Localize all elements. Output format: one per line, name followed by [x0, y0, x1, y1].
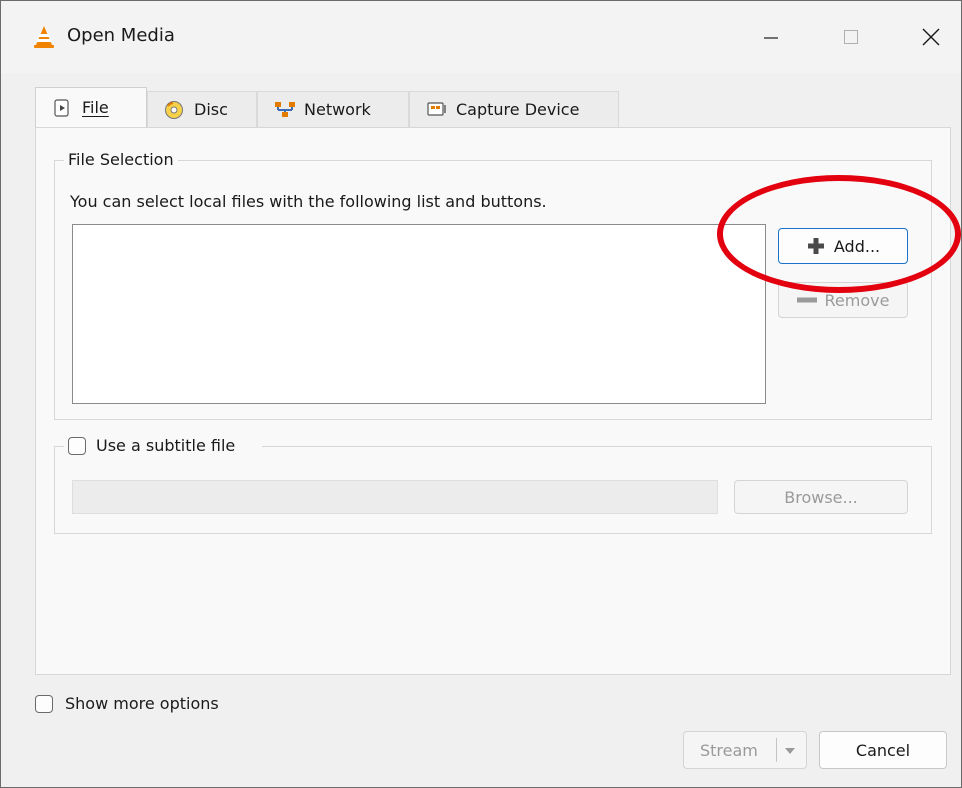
add-button[interactable]: Add... — [778, 228, 908, 264]
file-selection-title: File Selection — [64, 150, 178, 169]
chevron-down-icon[interactable] — [784, 746, 796, 756]
minus-icon — [796, 297, 817, 303]
window-title: Open Media — [67, 25, 175, 46]
tab-disc[interactable]: Disc — [147, 91, 257, 127]
stream-button-label: Stream — [700, 740, 758, 760]
plus-icon — [807, 238, 824, 254]
tab-capture-device[interactable]: Capture Device — [409, 91, 619, 127]
title-bar[interactable]: Open Media — [1, 1, 961, 73]
tab-file[interactable]: File — [35, 87, 147, 127]
split-divider — [776, 738, 777, 762]
remove-button-label: Remove — [824, 290, 890, 310]
subtitle-checkbox-label: Use a subtitle file — [96, 436, 236, 455]
minimize-icon — [764, 37, 778, 39]
subtitle-path-field[interactable] — [72, 480, 718, 514]
vlc-cone-icon — [33, 25, 55, 49]
tab-network-label: Network — [304, 100, 371, 119]
file-list[interactable] — [72, 224, 766, 404]
browse-button-label: Browse... — [784, 487, 858, 507]
stream-button[interactable]: Stream — [683, 731, 807, 769]
disc-icon — [164, 100, 186, 120]
minimize-button[interactable] — [731, 1, 811, 73]
file-selection-hint: You can select local files with the foll… — [70, 192, 547, 211]
tab-disc-label: Disc — [194, 100, 228, 119]
add-button-label: Add... — [833, 236, 881, 256]
file-tab-panel: File Selection You can select local file… — [35, 127, 951, 675]
browse-button[interactable]: Browse... — [734, 480, 908, 514]
subtitle-title-wrap: Use a subtitle file — [64, 434, 262, 458]
maximize-icon — [844, 30, 858, 44]
close-button[interactable] — [891, 1, 962, 73]
tab-network[interactable]: Network — [257, 91, 409, 127]
subtitle-checkbox[interactable] — [68, 437, 86, 455]
tab-capture-device-label: Capture Device — [456, 100, 580, 119]
tab-file-label: File — [82, 98, 109, 117]
remove-button[interactable]: Remove — [778, 282, 908, 318]
close-icon — [922, 28, 940, 46]
maximize-button[interactable] — [811, 1, 891, 73]
capture-device-icon — [426, 100, 448, 120]
network-icon — [274, 100, 296, 120]
show-more-options-label: Show more options — [65, 694, 219, 713]
cancel-button[interactable]: Cancel — [819, 731, 947, 769]
show-more-options-checkbox[interactable] — [35, 695, 53, 713]
file-play-icon — [52, 98, 74, 118]
cancel-button-label: Cancel — [855, 740, 911, 760]
open-media-dialog: Open Media File Disc Network Capture Dev… — [0, 0, 962, 788]
